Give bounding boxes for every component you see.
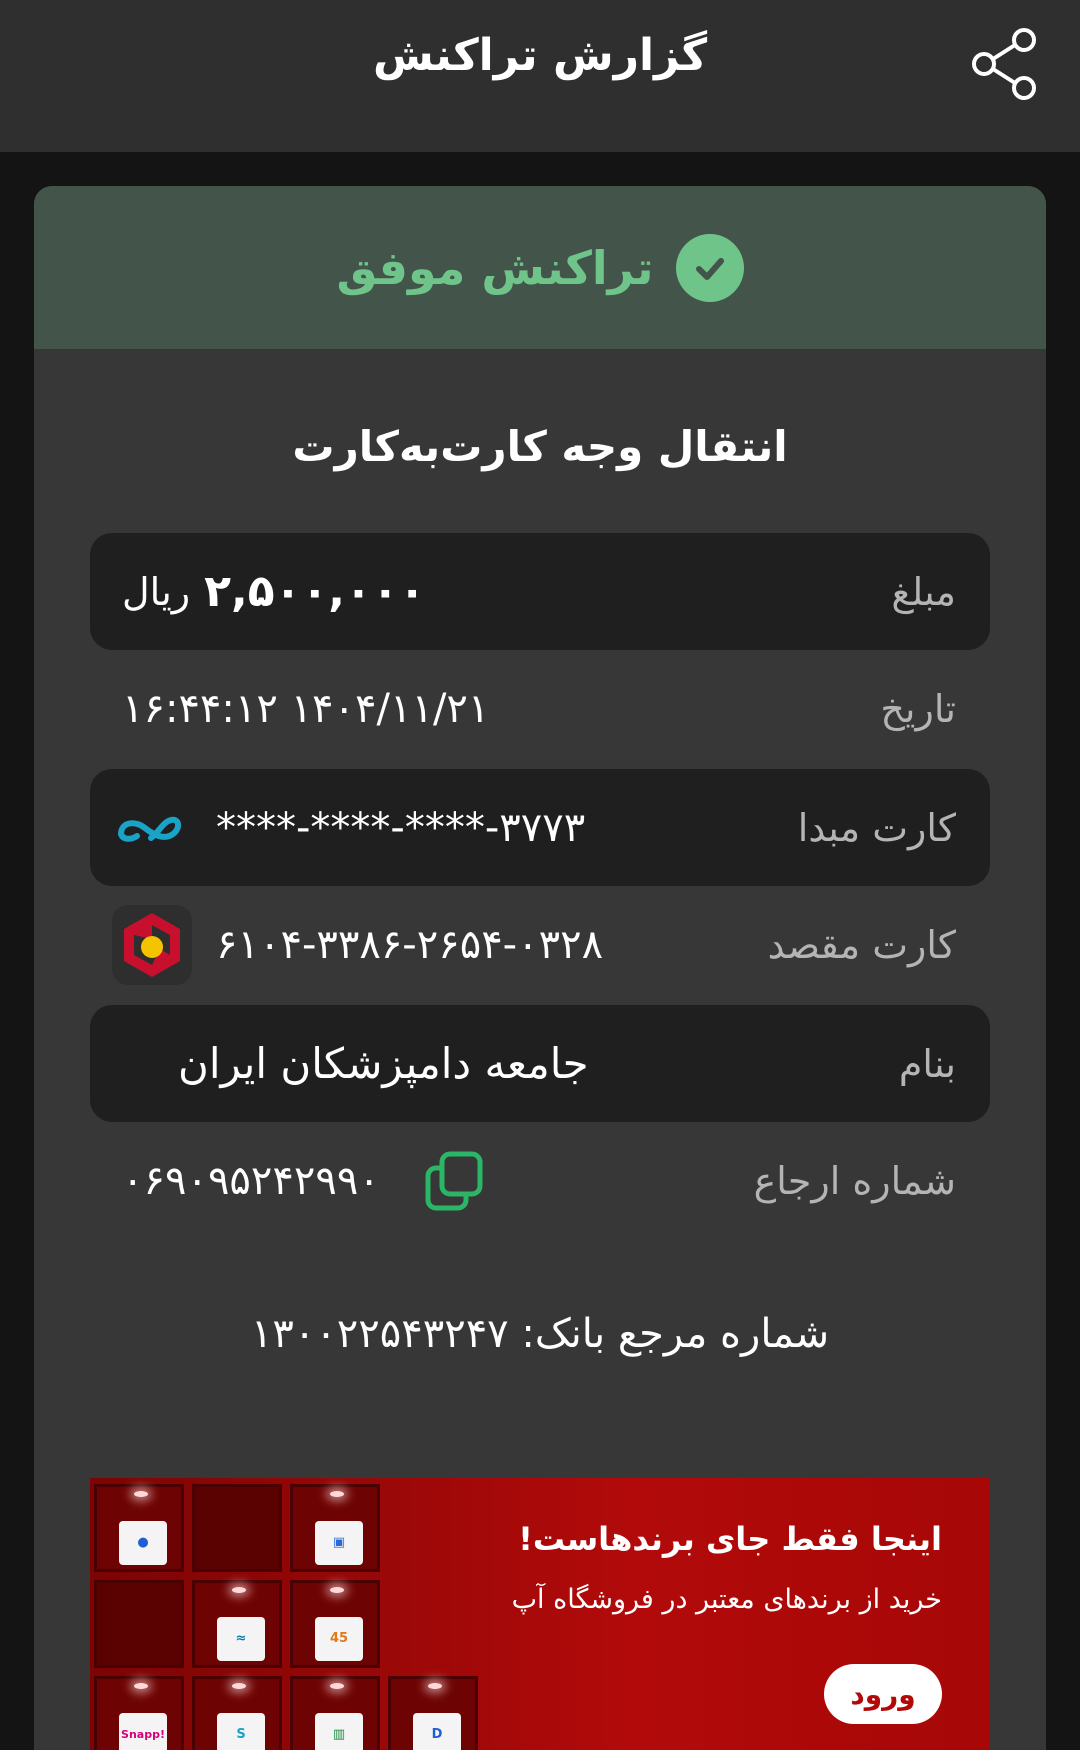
date-value: ۱۶:۴۴:۱۲ ۱۴۰۴/۱۱/۲۱ <box>122 685 490 732</box>
product-snapp: Snapp! <box>119 1713 167 1750</box>
banner-title: اینجا فقط جای برندهاست! <box>518 1520 942 1558</box>
bank-mellat-logo-icon <box>112 905 192 985</box>
dest-card-label: کارت مقصد <box>767 922 956 967</box>
source-card-number: ****-****-****-۳۷۷۳ <box>216 804 586 851</box>
banner-subtitle: خرید از برندهای معتبر در فروشگاه آپ <box>511 1584 942 1615</box>
status-text: تراکنش موفق <box>336 240 654 295</box>
ref-number-label: شماره ارجاع <box>753 1158 956 1203</box>
amount-unit: ریال <box>122 569 191 614</box>
source-card-row: کارت مبدا ****-****-****-۳۷۷۳ <box>90 769 990 886</box>
amount-value-group: ۲,۵۰۰,۰۰۰ ریال <box>122 533 426 650</box>
product-shelf-image: ● ▣ ≈ 45 Snapp! S ▥ D <box>90 1478 480 1750</box>
product-45: 45 <box>315 1617 363 1661</box>
banner-enter-button[interactable]: ورود <box>824 1664 942 1724</box>
bank-logo-icon <box>112 788 192 868</box>
dest-card-number: ۶۱۰۴-۳۳۸۶-۲۶۵۴-۰۳۲۸ <box>216 921 604 968</box>
transaction-type: انتقال وجه کارت‌به‌کارت <box>292 422 788 471</box>
ref-number-value: ۰۶۹۰۹۵۲۴۲۹۹۰ <box>122 1157 380 1204</box>
copy-icon[interactable] <box>424 1150 486 1212</box>
amount-label: مبلغ <box>891 569 956 614</box>
recipient-name: جامعه دامپزشکان ایران <box>178 1039 589 1088</box>
status-banner: تراکنش موفق <box>34 186 1046 349</box>
bank-reference-number: شماره مرجع بانک: ۱۳۰۰۲۲۵۴۳۲۴۷ <box>250 1311 830 1357</box>
date-row: تاریخ ۱۶:۴۴:۱۲ ۱۴۰۴/۱۱/۲۱ <box>90 650 990 767</box>
share-icon[interactable] <box>968 26 1044 102</box>
check-circle-icon <box>675 233 744 302</box>
page-title: گزارش تراکنش <box>372 30 708 81</box>
promo-banner[interactable]: ● ▣ ≈ 45 Snapp! S ▥ D اینجا فقط جای برند… <box>90 1478 990 1750</box>
date-label: تاریخ <box>880 686 956 731</box>
source-card-label: کارت مبدا <box>797 805 956 850</box>
ref-number-row: شماره ارجاع ۰۶۹۰۹۵۲۴۲۹۹۰ <box>90 1122 990 1239</box>
amount-value: ۲,۵۰۰,۰۰۰ <box>204 566 426 617</box>
name-label: بنام <box>898 1041 956 1086</box>
top-app-bar: گزارش تراکنش <box>0 0 1080 152</box>
name-row: بنام جامعه دامپزشکان ایران <box>90 1005 990 1122</box>
transaction-receipt-card: تراکنش موفق انتقال وجه کارت‌به‌کارت مبلغ… <box>34 186 1046 1750</box>
amount-row: مبلغ ۲,۵۰۰,۰۰۰ ریال <box>90 533 990 650</box>
dest-card-row: کارت مقصد ۶۱۰۴-۳۳۸۶-۲۶۵۴-۰۳۲۸ <box>90 886 990 1003</box>
